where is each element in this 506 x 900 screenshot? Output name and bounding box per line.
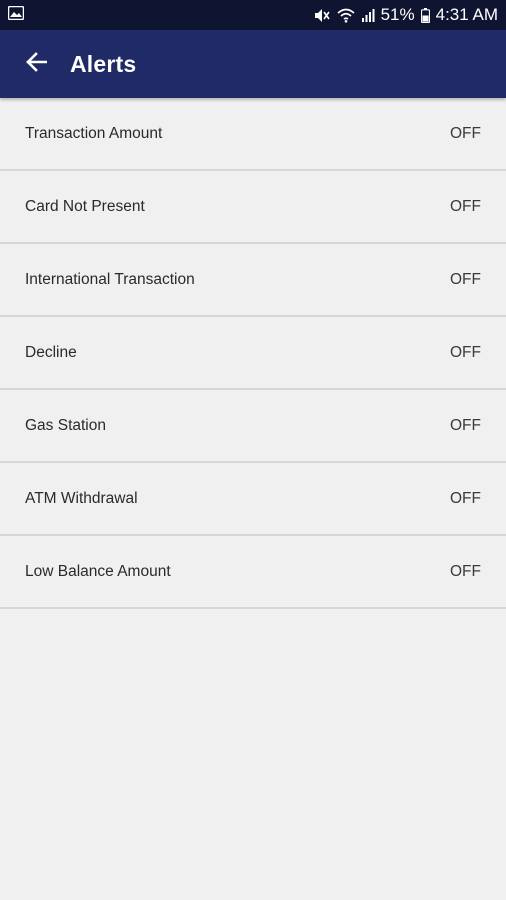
alert-label: ATM Withdrawal [25,489,138,507]
app-bar: Alerts [0,30,506,98]
alert-label: International Transaction [25,270,195,288]
alert-row-decline[interactable]: Decline OFF [0,317,506,390]
alert-status: OFF [450,343,481,361]
clock: 4:31 AM [435,5,498,24]
mute-icon [314,8,331,23]
battery-percent: 51% [380,5,415,24]
battery-icon [420,7,430,23]
status-left [7,5,25,25]
alerts-list: Transaction Amount OFF Card Not Present … [0,98,506,609]
status-bar: 51% 4:31 AM [0,0,506,30]
arrow-left-icon [25,51,48,78]
alert-label: Low Balance Amount [25,562,171,580]
alert-row-transaction-amount[interactable]: Transaction Amount OFF [0,98,506,171]
alert-row-atm-withdrawal[interactable]: ATM Withdrawal OFF [0,463,506,536]
alert-row-international-transaction[interactable]: International Transaction OFF [0,244,506,317]
back-button[interactable] [22,50,50,78]
alert-row-gas-station[interactable]: Gas Station OFF [0,390,506,463]
alert-status: OFF [450,124,481,142]
alert-label: Transaction Amount [25,124,163,142]
alert-label: Decline [25,343,77,361]
alert-label: Gas Station [25,416,106,434]
alert-status: OFF [450,489,481,507]
page-title: Alerts [70,50,137,77]
alert-status: OFF [450,270,481,288]
alert-row-low-balance-amount[interactable]: Low Balance Amount OFF [0,536,506,609]
alert-status: OFF [450,562,481,580]
alert-label: Card Not Present [25,197,145,215]
image-icon [7,5,25,25]
wifi-icon [337,8,355,23]
alert-row-card-not-present[interactable]: Card Not Present OFF [0,171,506,244]
status-right: 51% 4:31 AM [314,5,498,25]
alert-status: OFF [450,416,481,434]
signal-icon [361,8,375,22]
alert-status: OFF [450,197,481,215]
